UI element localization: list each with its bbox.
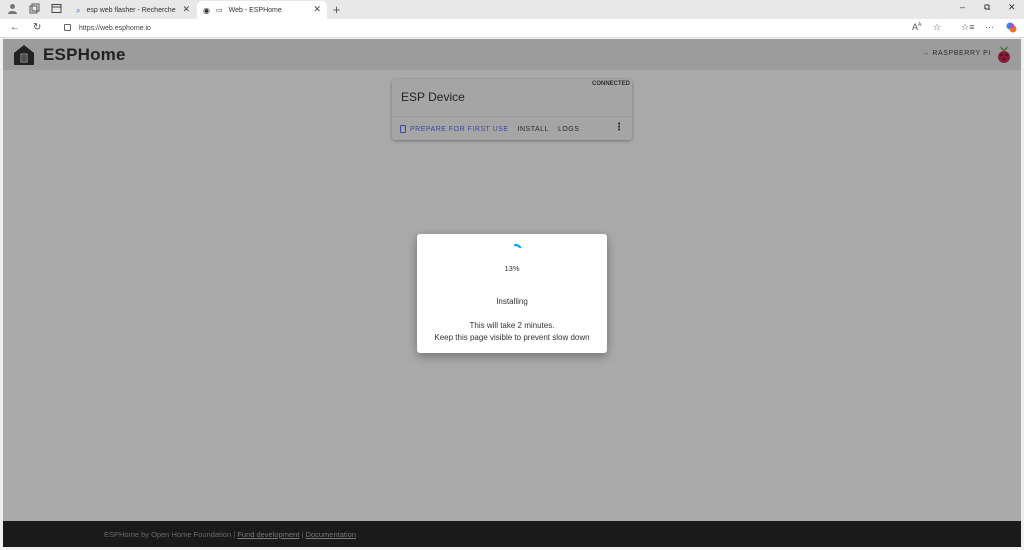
tab-title: Web - ESPHome: [228, 6, 282, 14]
device-card: CONNECTED ESP Device PREPARE FOR FIRST U…: [392, 79, 632, 140]
prepare-label: PREPARE FOR FIRST USE: [410, 125, 509, 133]
documentation-link[interactable]: Documentation: [306, 530, 356, 539]
restore-button[interactable]: ⧉: [984, 2, 990, 13]
url-input[interactable]: https://web.esphome.io: [54, 21, 954, 36]
chip-icon: [400, 125, 406, 133]
workspaces-icon[interactable]: [28, 3, 41, 16]
search-icon: ⌕: [76, 5, 81, 15]
prepare-button[interactable]: PREPARE FOR FIRST USE: [400, 125, 509, 133]
esphome-logo-icon: [14, 45, 34, 65]
logs-button[interactable]: LOGS: [558, 126, 579, 133]
progress-spinner: [513, 243, 522, 249]
favorite-icon[interactable]: ☆: [933, 22, 941, 33]
more-options-icon[interactable]: ···: [985, 22, 994, 32]
site-icon: ▭: [215, 6, 223, 14]
tab-actions-icon[interactable]: [50, 3, 63, 16]
new-tab-button[interactable]: +: [330, 3, 343, 16]
install-status: Installing: [496, 297, 528, 306]
arrow-right-icon: →: [922, 50, 930, 57]
lock-icon: [64, 24, 71, 31]
board-label: RASPBERRY PI: [932, 50, 991, 57]
footer-separator: |: [301, 530, 304, 539]
install-button[interactable]: INSTALL: [518, 126, 549, 133]
esphome-app: ESPHome → RASPBERRY PI CONNECTED ESP Dev…: [3, 39, 1021, 547]
url-text: https://web.esphome.io: [78, 25, 151, 32]
more-vert-icon[interactable]: ⋮: [614, 122, 624, 133]
profile-icon[interactable]: [6, 3, 19, 16]
browser-address-bar: ← ↻ https://web.esphome.io AA ☆ ☆≡ ···: [0, 19, 1024, 38]
app-header: ESPHome → RASPBERRY PI: [3, 39, 1021, 70]
close-icon[interactable]: ✕: [313, 1, 321, 18]
tab-title: esp web flasher - Recherche: [86, 6, 176, 14]
browser-tab-bar: ⌕ esp web flasher - Recherche ✕ ◉ ▭ Web …: [0, 0, 1024, 19]
audio-icon: ◉: [203, 5, 210, 15]
install-message-line1: This will take 2 minutes.: [469, 321, 555, 330]
card-actions: PREPARE FOR FIRST USE INSTALL LOGS: [400, 125, 579, 133]
close-window-button[interactable]: ✕: [1008, 2, 1016, 13]
board-selector[interactable]: → RASPBERRY PI: [922, 50, 991, 57]
install-dialog: 13% Installing This will take 2 minutes.…: [417, 234, 607, 353]
read-aloud-icon[interactable]: AA: [912, 22, 921, 32]
copilot-icon[interactable]: [1006, 22, 1017, 35]
card-divider: [392, 116, 632, 117]
fund-development-link[interactable]: Fund development: [237, 530, 299, 539]
refresh-icon[interactable]: ↻: [33, 22, 41, 34]
footer-prefix: ESPHome by Open Home Foundation |: [104, 530, 236, 539]
minimize-button[interactable]: –: [960, 2, 965, 12]
raspberry-pi-icon: [998, 46, 1010, 63]
tab-esphome[interactable]: ◉ ▭ Web - ESPHome ✕: [197, 1, 327, 19]
app-footer: ESPHome by Open Home Foundation | Fund d…: [3, 521, 1021, 547]
close-icon[interactable]: ✕: [182, 1, 190, 18]
favorites-bar-icon[interactable]: ☆≡: [961, 22, 974, 33]
footer-text: ESPHome by Open Home Foundation | Fund d…: [104, 530, 356, 539]
progress-percent: 13%: [504, 264, 520, 273]
device-title: ESP Device: [401, 90, 465, 104]
back-icon[interactable]: ←: [10, 22, 20, 34]
connection-status-badge: CONNECTED: [591, 81, 630, 87]
install-message-line2: Keep this page visible to prevent slow d…: [434, 333, 590, 342]
tab-search[interactable]: ⌕ esp web flasher - Recherche ✕: [70, 1, 196, 19]
brand-title: ESPHome: [43, 45, 126, 64]
